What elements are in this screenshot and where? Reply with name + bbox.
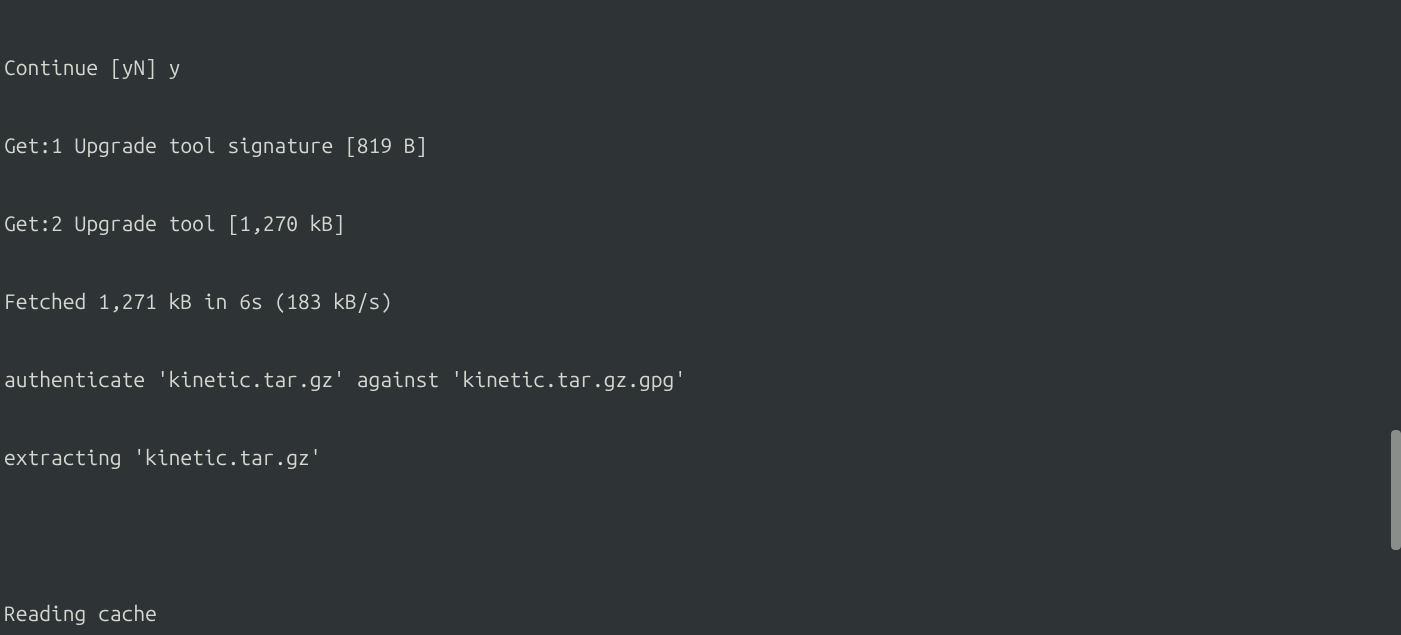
terminal-line: Get:2 Upgrade tool [1,270 kB] xyxy=(4,210,1397,236)
terminal-line xyxy=(4,522,1397,548)
terminal-line: Continue [yN] y xyxy=(4,54,1397,80)
terminal-line: Get:1 Upgrade tool signature [819 B] xyxy=(4,132,1397,158)
terminal-line: extracting 'kinetic.tar.gz' xyxy=(4,444,1397,470)
scrollbar-thumb[interactable] xyxy=(1391,430,1401,550)
terminal-line: Fetched 1,271 kB in 6s (183 kB/s) xyxy=(4,288,1397,314)
terminal-output[interactable]: Continue [yN] y Get:1 Upgrade tool signa… xyxy=(4,2,1397,635)
terminal-line: Reading cache xyxy=(4,600,1397,626)
terminal-line: authenticate 'kinetic.tar.gz' against 'k… xyxy=(4,366,1397,392)
